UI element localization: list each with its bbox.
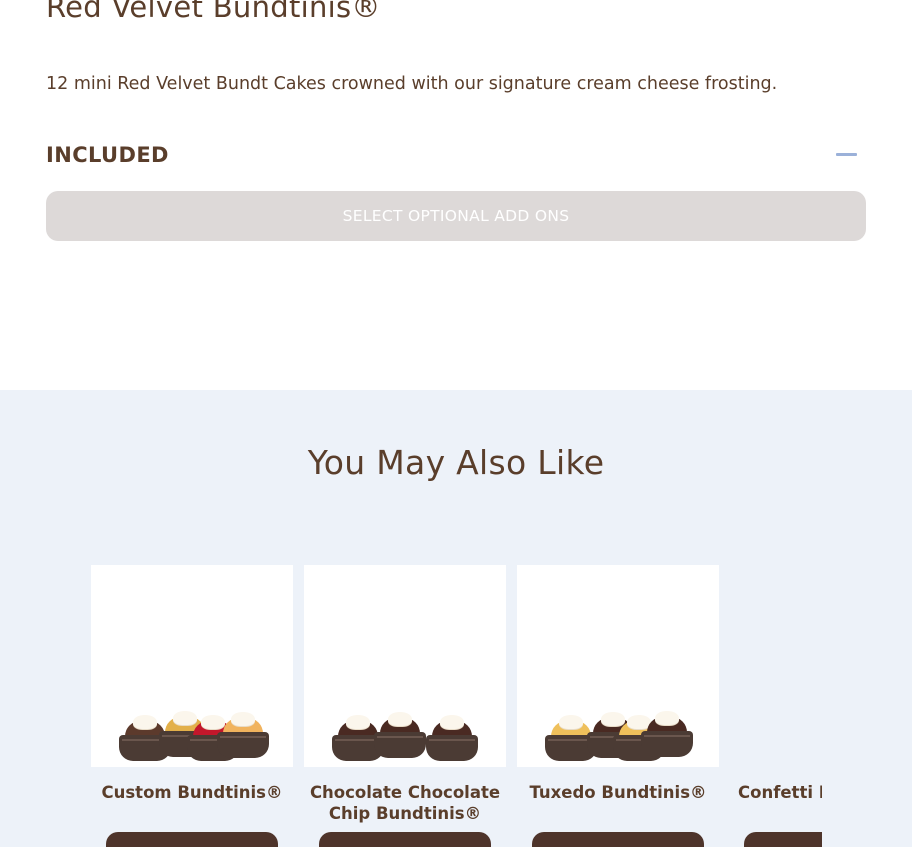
cake-image xyxy=(426,715,478,761)
product-image[interactable] xyxy=(730,565,822,767)
product-card[interactable]: Tuxedo Bundtinis® xyxy=(517,565,719,803)
add-to-cart-button[interactable] xyxy=(319,832,491,847)
product-image[interactable] xyxy=(91,565,293,767)
collapse-icon[interactable] xyxy=(826,144,866,166)
product-image[interactable] xyxy=(304,565,506,767)
cake-image xyxy=(217,712,269,758)
product-details: Red Velvet Bundtinis® 12 mini Red Velvet… xyxy=(0,0,912,390)
product-card[interactable]: Chocolate Chocolate Chip Bundtinis® xyxy=(304,565,506,824)
cake-image xyxy=(641,711,693,757)
you-may-also-like-section: You May Also Like Custom Bundtinis® Choc… xyxy=(0,390,912,847)
product-name[interactable]: Custom Bundtinis® xyxy=(91,782,293,803)
add-to-cart-button[interactable] xyxy=(106,832,278,847)
product-card[interactable]: Custom Bundtinis® xyxy=(91,565,293,803)
product-title: Red Velvet Bundtinis® xyxy=(46,0,381,24)
cake-image xyxy=(374,712,426,758)
product-card[interactable]: Confetti Bundtinis® xyxy=(730,565,822,803)
product-description: 12 mini Red Velvet Bundt Cakes crowned w… xyxy=(46,74,778,94)
product-carousel: Custom Bundtinis® Chocolate Chocolate Ch… xyxy=(0,390,822,847)
included-label: INCLUDED xyxy=(46,143,169,167)
product-image[interactable] xyxy=(517,565,719,767)
select-optional-add-ons-button[interactable]: SELECT OPTIONAL ADD ONS xyxy=(46,191,866,241)
product-name[interactable]: Tuxedo Bundtinis® xyxy=(517,782,719,803)
add-to-cart-button[interactable] xyxy=(532,832,704,847)
add-to-cart-button[interactable] xyxy=(744,832,822,847)
included-accordion-header[interactable]: INCLUDED xyxy=(46,140,858,170)
product-name[interactable]: Chocolate Chocolate Chip Bundtinis® xyxy=(304,782,506,824)
product-name[interactable]: Confetti Bundtinis® xyxy=(730,782,822,803)
